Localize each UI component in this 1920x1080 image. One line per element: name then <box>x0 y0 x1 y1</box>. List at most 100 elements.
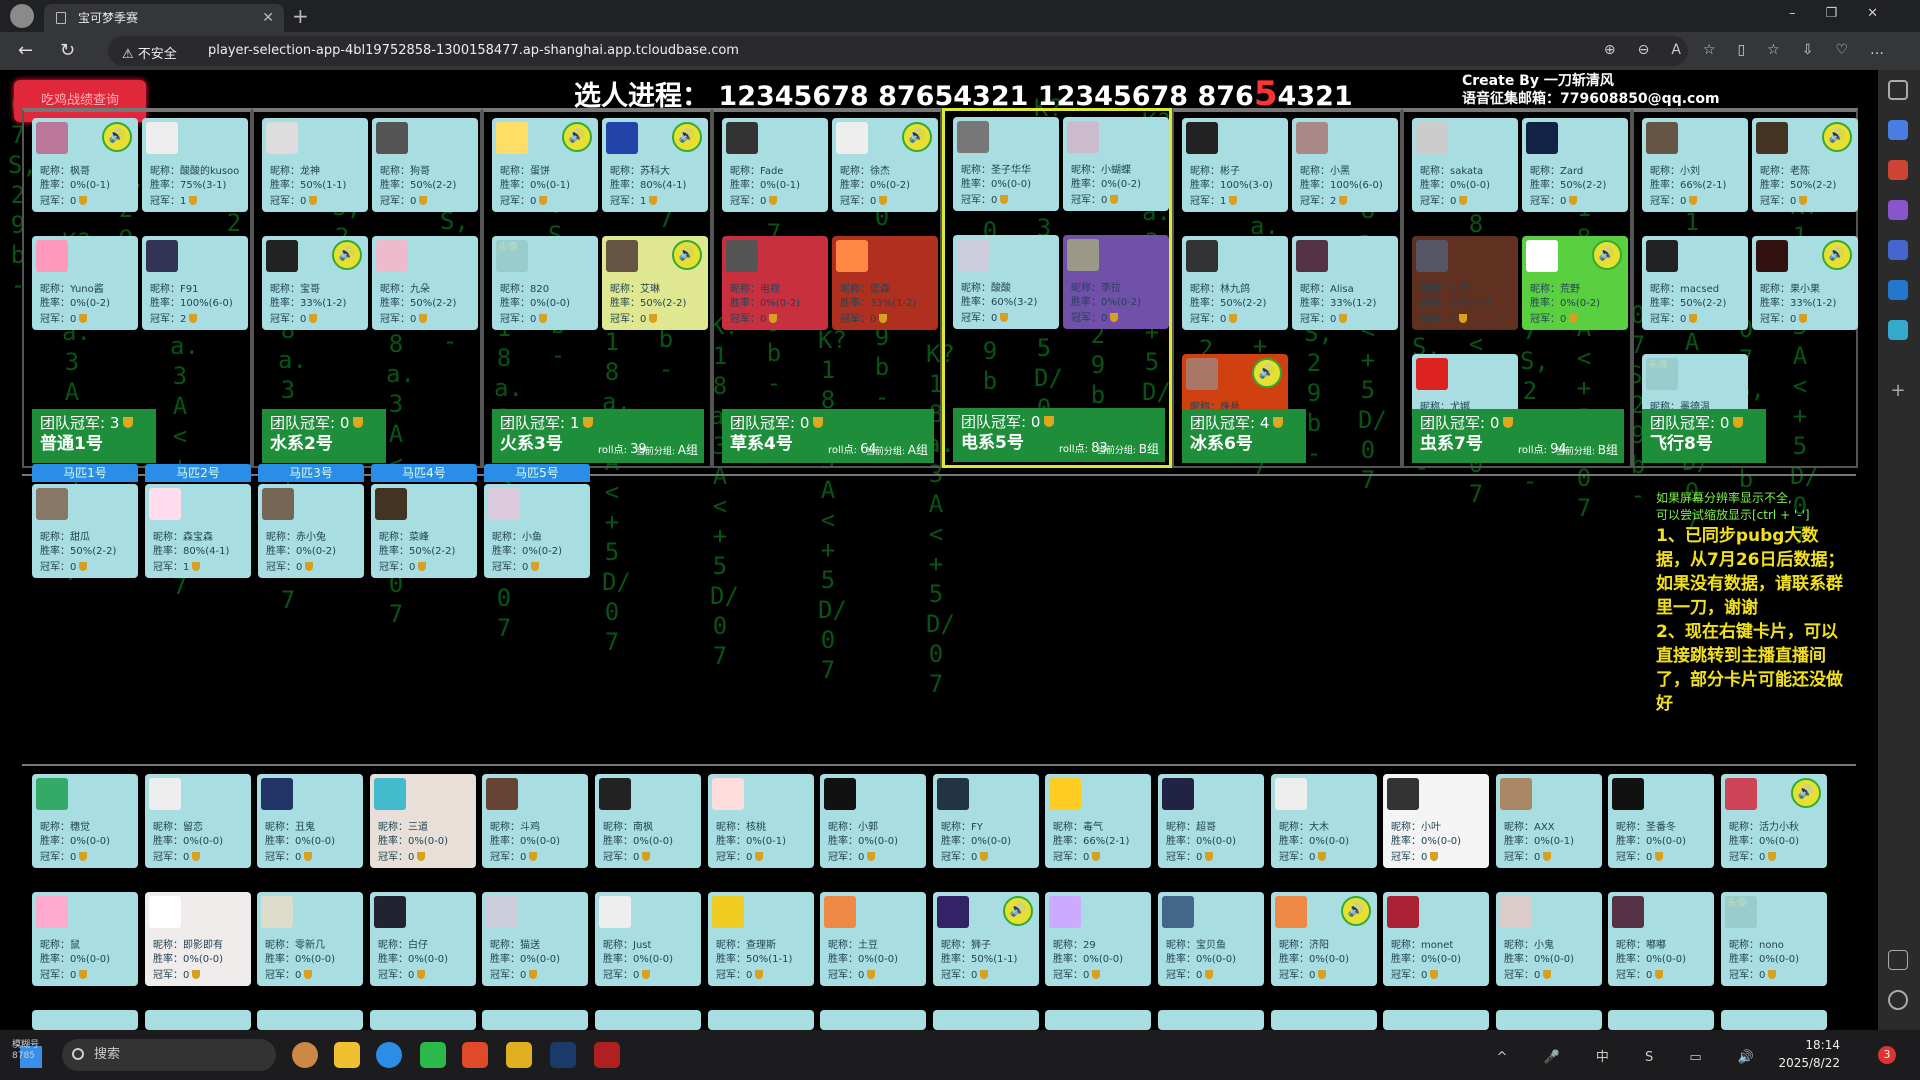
horse-tab-2[interactable]: 马匹2号 <box>145 464 251 482</box>
horse-tab-3[interactable]: 马匹3号 <box>258 464 364 482</box>
speaker-icon[interactable]: 🔊 <box>902 122 932 152</box>
pool-player-card[interactable]: 🔊 昵称：济阳 胜率：0%(0-0) 冠军：0 <box>1271 892 1377 986</box>
team-player-card[interactable]: 🔊 昵称：徐杰 胜率：0%(0-2) 冠军：0 <box>832 118 938 212</box>
team-player-card[interactable]: 🔊 昵称：艾琳 胜率：50%(2-2) 冠军：0 <box>602 236 708 330</box>
notification-badge[interactable]: 3 <box>1878 1046 1896 1064</box>
clock[interactable]: 18:14 2025/8/22 <box>1778 1036 1840 1072</box>
speaker-icon[interactable]: 🔊 <box>1822 122 1852 152</box>
speaker-icon[interactable]: 🔊 <box>1791 778 1821 808</box>
pool-player-card[interactable]: 昵称：丑鬼 胜率：0%(0-0) 冠军：0 <box>257 774 363 868</box>
team-player-card[interactable]: 昵称：Zard 胜率：50%(2-2) 冠军：0 <box>1522 118 1628 212</box>
speaker-icon[interactable]: 🔊 <box>332 240 362 270</box>
pool-player-card-partial[interactable] <box>482 1010 588 1030</box>
send-icon[interactable] <box>1888 320 1908 340</box>
pool-player-card[interactable]: 昵称：南枫 胜率：0%(0-0) 冠军：0 <box>595 774 701 868</box>
team-player-card[interactable]: 🔊 昵称：蛋饼 胜率：0%(0-1) 冠军：0 <box>492 118 598 212</box>
team-player-card[interactable]: 昵称：李拉 胜率：0%(0-2) 冠军：0 <box>1063 235 1169 329</box>
pool-player-card-partial[interactable] <box>1496 1010 1602 1030</box>
team-player-card[interactable]: 昵称：酸酸的kusoo 胜率：75%(3-1) 冠军：1 <box>142 118 248 212</box>
speaker-icon[interactable]: 🔊 <box>102 122 132 152</box>
pool-player-card[interactable]: 🔊 昵称：活力小秋 胜率：0%(0-0) 冠军：0 <box>1721 774 1827 868</box>
team-player-card[interactable]: 昵称：小芳 胜率：0%(0-2) 冠军：0 <box>1412 236 1518 330</box>
speaker-icon[interactable]: 🔊 <box>562 122 592 152</box>
pool-player-card[interactable]: 昵称：嘟嘟 胜率：0%(0-0) 冠军：0 <box>1608 892 1714 986</box>
weather-icon[interactable] <box>292 1042 318 1068</box>
speaker-icon[interactable]: 🔊 <box>672 240 702 270</box>
speaker-icon[interactable]: 🔊 <box>672 122 702 152</box>
dota-icon[interactable] <box>594 1042 620 1068</box>
ime-indicator[interactable]: 中 <box>1596 1050 1625 1065</box>
speaker-icon[interactable]: 🔊 <box>1003 896 1033 926</box>
horse-player-card[interactable]: 昵称：赤小兔 胜率：0%(0-2) 冠军：0 <box>258 484 364 578</box>
team-player-card[interactable]: 昵称：小刘 胜率：66%(2-1) 冠军：0 <box>1642 118 1748 212</box>
speaker-icon[interactable]: 🔊 <box>1822 240 1852 270</box>
pool-player-card[interactable]: 昵称：鼠 胜率：0%(0-0) 冠军：0 <box>32 892 138 986</box>
team-player-card[interactable]: 昵称：macsed 胜率：50%(2-2) 冠军：0 <box>1642 236 1748 330</box>
team-player-card[interactable]: 昵称：Yuno酱 胜率：0%(0-2) 冠军：0 <box>32 236 138 330</box>
pool-player-card[interactable]: 昵称：圣番冬 胜率：0%(0-0) 冠军：0 <box>1608 774 1714 868</box>
tools-icon[interactable] <box>1888 160 1908 180</box>
close-tab-icon[interactable]: ✕ <box>262 4 274 32</box>
pool-player-card[interactable]: 昵称：AXX 胜率：0%(0-1) 冠军：0 <box>1496 774 1602 868</box>
pool-player-card-partial[interactable] <box>370 1010 476 1030</box>
pool-player-card[interactable]: 🔊 昵称：狮子 胜率：50%(1-1) 冠军：0 <box>933 892 1039 986</box>
team-player-card[interactable]: 🔊 昵称：苏科大 胜率：80%(4-1) 冠军：1 <box>602 118 708 212</box>
person-icon[interactable] <box>1888 200 1908 220</box>
pool-player-card[interactable]: 昵称：三道 胜率：0%(0-0) 冠军：0 <box>370 774 476 868</box>
new-tab-button[interactable]: + <box>292 4 309 28</box>
horse-tab-5[interactable]: 马匹5号 <box>484 464 590 482</box>
speaker-icon[interactable]: 🔊 <box>1592 240 1622 270</box>
tab-pokemon-season[interactable]: 宝可梦季赛 ✕ <box>44 4 284 32</box>
team-player-card[interactable]: 🔊 昵称：枫哥 胜率：0%(0-1) 冠军：0 <box>32 118 138 212</box>
pool-player-card-partial[interactable] <box>820 1010 926 1030</box>
team-player-card[interactable]: 昵称：圣子华华 胜率：0%(0-0) 冠军：0 <box>953 117 1059 211</box>
team-player-card[interactable]: 昵称：Alisa 胜率：33%(1-2) 冠军：0 <box>1292 236 1398 330</box>
pool-player-card-partial[interactable] <box>1271 1010 1377 1030</box>
outlook-icon[interactable] <box>1888 280 1908 300</box>
pool-player-card-partial[interactable] <box>1383 1010 1489 1030</box>
team-player-card[interactable]: 昵称：sakata 胜率：0%(0-0) 冠军：0 <box>1412 118 1518 212</box>
copilot-icon[interactable] <box>1888 240 1908 260</box>
pool-player-card-partial[interactable] <box>145 1010 251 1030</box>
steam-icon[interactable] <box>550 1042 576 1068</box>
pool-player-card[interactable]: 昵称：FY 胜率：0%(0-0) 冠军：0 <box>933 774 1039 868</box>
file-explorer-icon[interactable] <box>334 1042 360 1068</box>
pool-player-card[interactable]: 昵称：小郭 胜率：0%(0-0) 冠军：0 <box>820 774 926 868</box>
speaker-icon[interactable]: 🔊 <box>1252 358 1282 388</box>
browser-toolbar-icons[interactable]: ⊕⊖A☆▯☆⇩♡… <box>1604 42 1906 58</box>
pool-player-card[interactable]: 昵称：核桃 胜率：0%(0-1) 冠军：0 <box>708 774 814 868</box>
horse-player-card[interactable]: 昵称：森宝森 胜率：80%(4-1) 冠军：1 <box>145 484 251 578</box>
app-icon-red[interactable] <box>462 1042 488 1068</box>
pool-player-card[interactable]: 昵称：白仔 胜率：0%(0-0) 冠军：0 <box>370 892 476 986</box>
pool-player-card[interactable]: 昵称：土豆 胜率：0%(0-0) 冠军：0 <box>820 892 926 986</box>
pool-player-card[interactable]: 昵称：查理斯 胜率：50%(1-1) 冠军：0 <box>708 892 814 986</box>
pool-player-card[interactable]: 昵称：小叶 胜率：0%(0-0) 冠军：0 <box>1383 774 1489 868</box>
pool-player-card-partial[interactable] <box>32 1010 138 1030</box>
pool-player-card[interactable]: 昵称：即影即有 胜率：0%(0-0) 冠军：0 <box>145 892 251 986</box>
split-icon[interactable] <box>1888 950 1908 970</box>
horse-tab-4[interactable]: 马匹4号 <box>371 464 477 482</box>
team-player-card[interactable]: 昵称：林九鸽 胜率：50%(2-2) 冠军：0 <box>1182 236 1288 330</box>
add-icon[interactable]: + <box>1888 380 1908 401</box>
team-player-card[interactable]: 头像 昵称：820 胜率：0%(0-0) 冠军：0 <box>492 236 598 330</box>
url-text[interactable]: player-selection-app-4bl19752858-1300158… <box>208 43 739 58</box>
pool-player-card[interactable]: 昵称：29 胜率：0%(0-0) 冠军：0 <box>1045 892 1151 986</box>
app-icon-yellow[interactable] <box>506 1042 532 1068</box>
pool-player-card[interactable]: 昵称：小鬼 胜率：0%(0-0) 冠军：0 <box>1496 892 1602 986</box>
pool-player-card-partial[interactable] <box>708 1010 814 1030</box>
team-player-card[interactable]: 昵称：彬子 胜率：100%(3-0) 冠军：1 <box>1182 118 1288 212</box>
team-player-card[interactable]: 昵称：F91 胜率：100%(6-0) 冠军：2 <box>142 236 248 330</box>
speaker-icon[interactable]: 🔊 <box>1341 896 1371 926</box>
back-icon[interactable]: ← <box>18 40 33 61</box>
pool-player-card[interactable]: 昵称：monet 胜率：0%(0-0) 冠军：0 <box>1383 892 1489 986</box>
taskbar-search[interactable]: 搜索 <box>62 1039 276 1071</box>
settings-icon[interactable] <box>1888 990 1908 1010</box>
pool-player-card[interactable]: 昵称：斗鸡 胜率：0%(0-0) 冠军：0 <box>482 774 588 868</box>
pool-player-card[interactable]: 头像 昵称：nono 胜率：0%(0-0) 冠军：0 <box>1721 892 1827 986</box>
pool-player-card[interactable]: 昵称：穗觉 胜率：0%(0-0) 冠军：0 <box>32 774 138 868</box>
team-player-card[interactable]: 昵称：九朵 胜率：50%(2-2) 冠军：0 <box>372 236 478 330</box>
team-player-card[interactable]: 昵称：狗哥 胜率：50%(2-2) 冠军：0 <box>372 118 478 212</box>
pool-player-card[interactable]: 昵称：留恋 胜率：0%(0-0) 冠军：0 <box>145 774 251 868</box>
pool-player-card-partial[interactable] <box>1608 1010 1714 1030</box>
team-player-card[interactable]: 🔊 昵称：果小果 胜率：33%(1-2) 冠军：0 <box>1752 236 1858 330</box>
